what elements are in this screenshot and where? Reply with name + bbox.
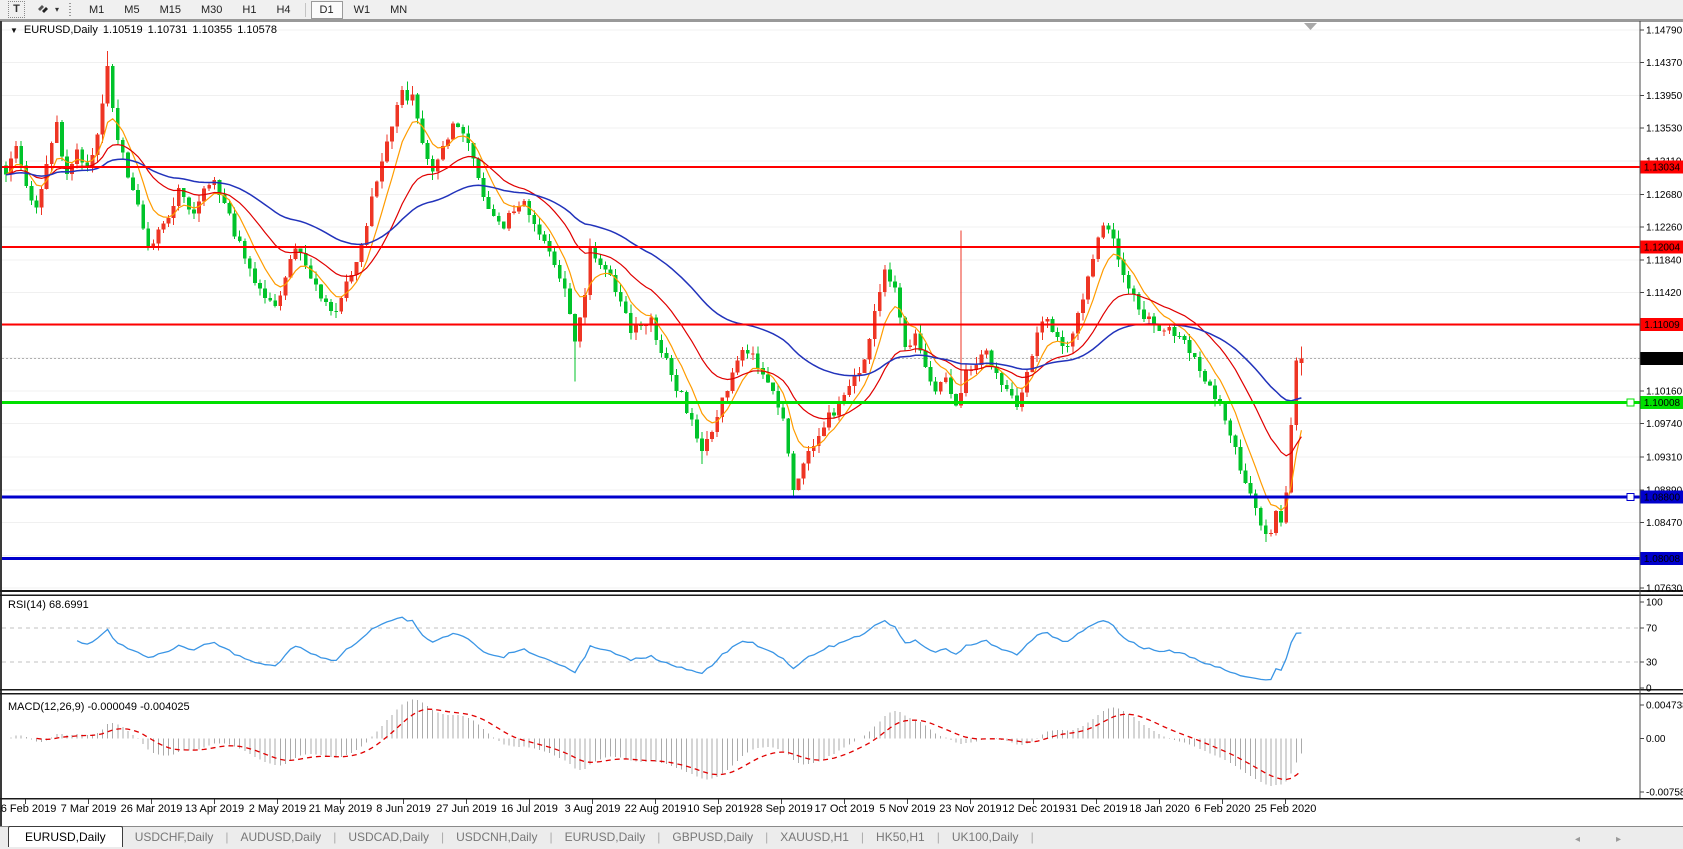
svg-text:0.00: 0.00 (1646, 734, 1666, 745)
svg-text:1.07630: 1.07630 (1646, 584, 1683, 595)
ohlc-low: 1.10355 (192, 24, 232, 36)
svg-text:1.08008: 1.08008 (1644, 554, 1681, 565)
svg-text:1.13530: 1.13530 (1646, 124, 1683, 135)
timeframe-button-m30[interactable]: M30 (192, 1, 231, 19)
macd-signal-line (37, 709, 1302, 779)
tab-uk100-daily[interactable]: UK100,Daily (940, 827, 1031, 847)
tab-scroll-right-icon[interactable]: ▸ (1616, 834, 1657, 845)
timeframe-button-m5[interactable]: M5 (115, 1, 148, 19)
timeframe-button-h4[interactable]: H4 (267, 1, 299, 19)
toolbar-separator (305, 3, 306, 17)
svg-text:100: 100 (1646, 598, 1663, 609)
support-resistance-lines[interactable] (2, 167, 1640, 559)
macd-indicator-label: MACD(12,26,9) -0.000049 -0.004025 (8, 701, 190, 713)
timeframe-button-w1[interactable]: W1 (345, 1, 380, 19)
svg-text:1.14370: 1.14370 (1646, 58, 1683, 69)
cursor-style-icon (35, 3, 51, 16)
date-label: 25 Feb 2020 (1238, 803, 1334, 815)
timeframe-button-d1[interactable]: D1 (311, 1, 343, 19)
price-axis[interactable]: 1.147901.143701.139501.135301.131101.126… (1640, 26, 1683, 595)
tab-usdcnh-daily[interactable]: USDCNH,Daily (444, 827, 549, 847)
svg-text:1.08470: 1.08470 (1646, 518, 1683, 529)
toolbar-grip (69, 3, 71, 16)
timeframe-button-mn[interactable]: MN (381, 1, 416, 19)
tab-gbpusd-daily[interactable]: GBPUSD,Daily (660, 827, 765, 847)
svg-text:1.12260: 1.12260 (1646, 223, 1683, 234)
tab-eurusd-daily[interactable]: EURUSD,Daily (553, 827, 658, 847)
svg-text:1.11009: 1.11009 (1644, 320, 1680, 331)
svg-text:1.13950: 1.13950 (1646, 91, 1683, 102)
chevron-down-icon: ▾ (55, 5, 59, 14)
svg-text:1.12680: 1.12680 (1646, 190, 1683, 201)
tab-xauusd-h1[interactable]: XAUUSD,H1 (768, 827, 861, 847)
moving-average-lines (6, 119, 1301, 511)
tab-usdchf-daily[interactable]: USDCHF,Daily (123, 827, 226, 847)
ohlc-high: 1.10731 (148, 24, 188, 36)
toolbar: T ▾ M1M5M15M30H1H4 D1W1MN (0, 0, 1683, 20)
svg-text:1.09740: 1.09740 (1646, 419, 1683, 430)
ohlc-close: 1.10578 (237, 24, 277, 36)
svg-text:1.10008: 1.10008 (1644, 398, 1681, 409)
svg-text:0: 0 (1646, 684, 1652, 695)
svg-text:70: 70 (1646, 623, 1658, 634)
price-grid (2, 30, 1640, 588)
tab-separator: | (1031, 827, 1034, 844)
tab-scroll-left-icon[interactable]: ◂ (1575, 834, 1616, 845)
svg-text:1.09310: 1.09310 (1646, 453, 1683, 464)
text-tool-button[interactable]: T (8, 1, 25, 18)
date-axis[interactable]: 16 Feb 20197 Mar 201926 Mar 201913 Apr 2… (0, 803, 1640, 821)
svg-text:1.11840: 1.11840 (1646, 255, 1682, 266)
macd-panel: 0.004738 0.00 -0.007584 (6, 699, 1683, 798)
svg-text:1.11420: 1.11420 (1646, 288, 1682, 299)
ohlc-open: 1.10519 (103, 24, 143, 36)
timeframe-button-group: M1M5M15M30H1H4 D1W1MN (79, 1, 417, 19)
svg-text:1.13034: 1.13034 (1644, 162, 1681, 173)
tab-scroll-arrows: ◂▸ (1575, 834, 1657, 845)
chart-shift-marker[interactable] (1304, 23, 1317, 30)
cursor-style-button[interactable]: ▾ (35, 3, 59, 16)
timeframe-button-h1[interactable]: H1 (233, 1, 265, 19)
svg-text:1.10578: 1.10578 (1644, 354, 1681, 365)
chart-symbol-period: EURUSD,Daily (24, 24, 98, 36)
svg-text:30: 30 (1646, 658, 1658, 669)
symbol-dropdown-icon[interactable]: ▼ (10, 26, 18, 35)
rsi-indicator-label: RSI(14) 68.6991 (8, 599, 89, 611)
chart-tab-bar: EURUSD,DailyUSDCHF,Daily|AUDUSD,Daily|US… (0, 826, 1683, 849)
tab-usdcad-daily[interactable]: USDCAD,Daily (336, 827, 441, 847)
timeframe-button-m1[interactable]: M1 (80, 1, 113, 19)
timeframe-button-m15[interactable]: M15 (151, 1, 190, 19)
svg-text:1.12004: 1.12004 (1644, 243, 1681, 254)
svg-text:1.14790: 1.14790 (1646, 26, 1683, 37)
tab-audusd-daily[interactable]: AUDUSD,Daily (229, 827, 334, 847)
chart-title: ▼ EURUSD,Daily 1.10519 1.10731 1.10355 1.1057… (10, 24, 277, 36)
tab-hk50-h1[interactable]: HK50,H1 (864, 827, 937, 847)
svg-text:1.08800: 1.08800 (1644, 492, 1681, 503)
tab-eurusd-daily[interactable]: EURUSD,Daily (8, 826, 123, 847)
svg-text:-0.007584: -0.007584 (1646, 788, 1683, 799)
rsi-panel: 100 70 30 0 (2, 598, 1663, 695)
svg-text:1.10160: 1.10160 (1646, 386, 1683, 397)
svg-text:0.004738: 0.004738 (1646, 701, 1683, 712)
tab-list: EURUSD,DailyUSDCHF,Daily|AUDUSD,Daily|US… (0, 827, 1034, 847)
rsi-line (77, 617, 1301, 680)
candles-layer (4, 51, 1303, 542)
chart-plot-area[interactable]: 1.147901.143701.139501.135301.131101.126… (0, 0, 1683, 849)
